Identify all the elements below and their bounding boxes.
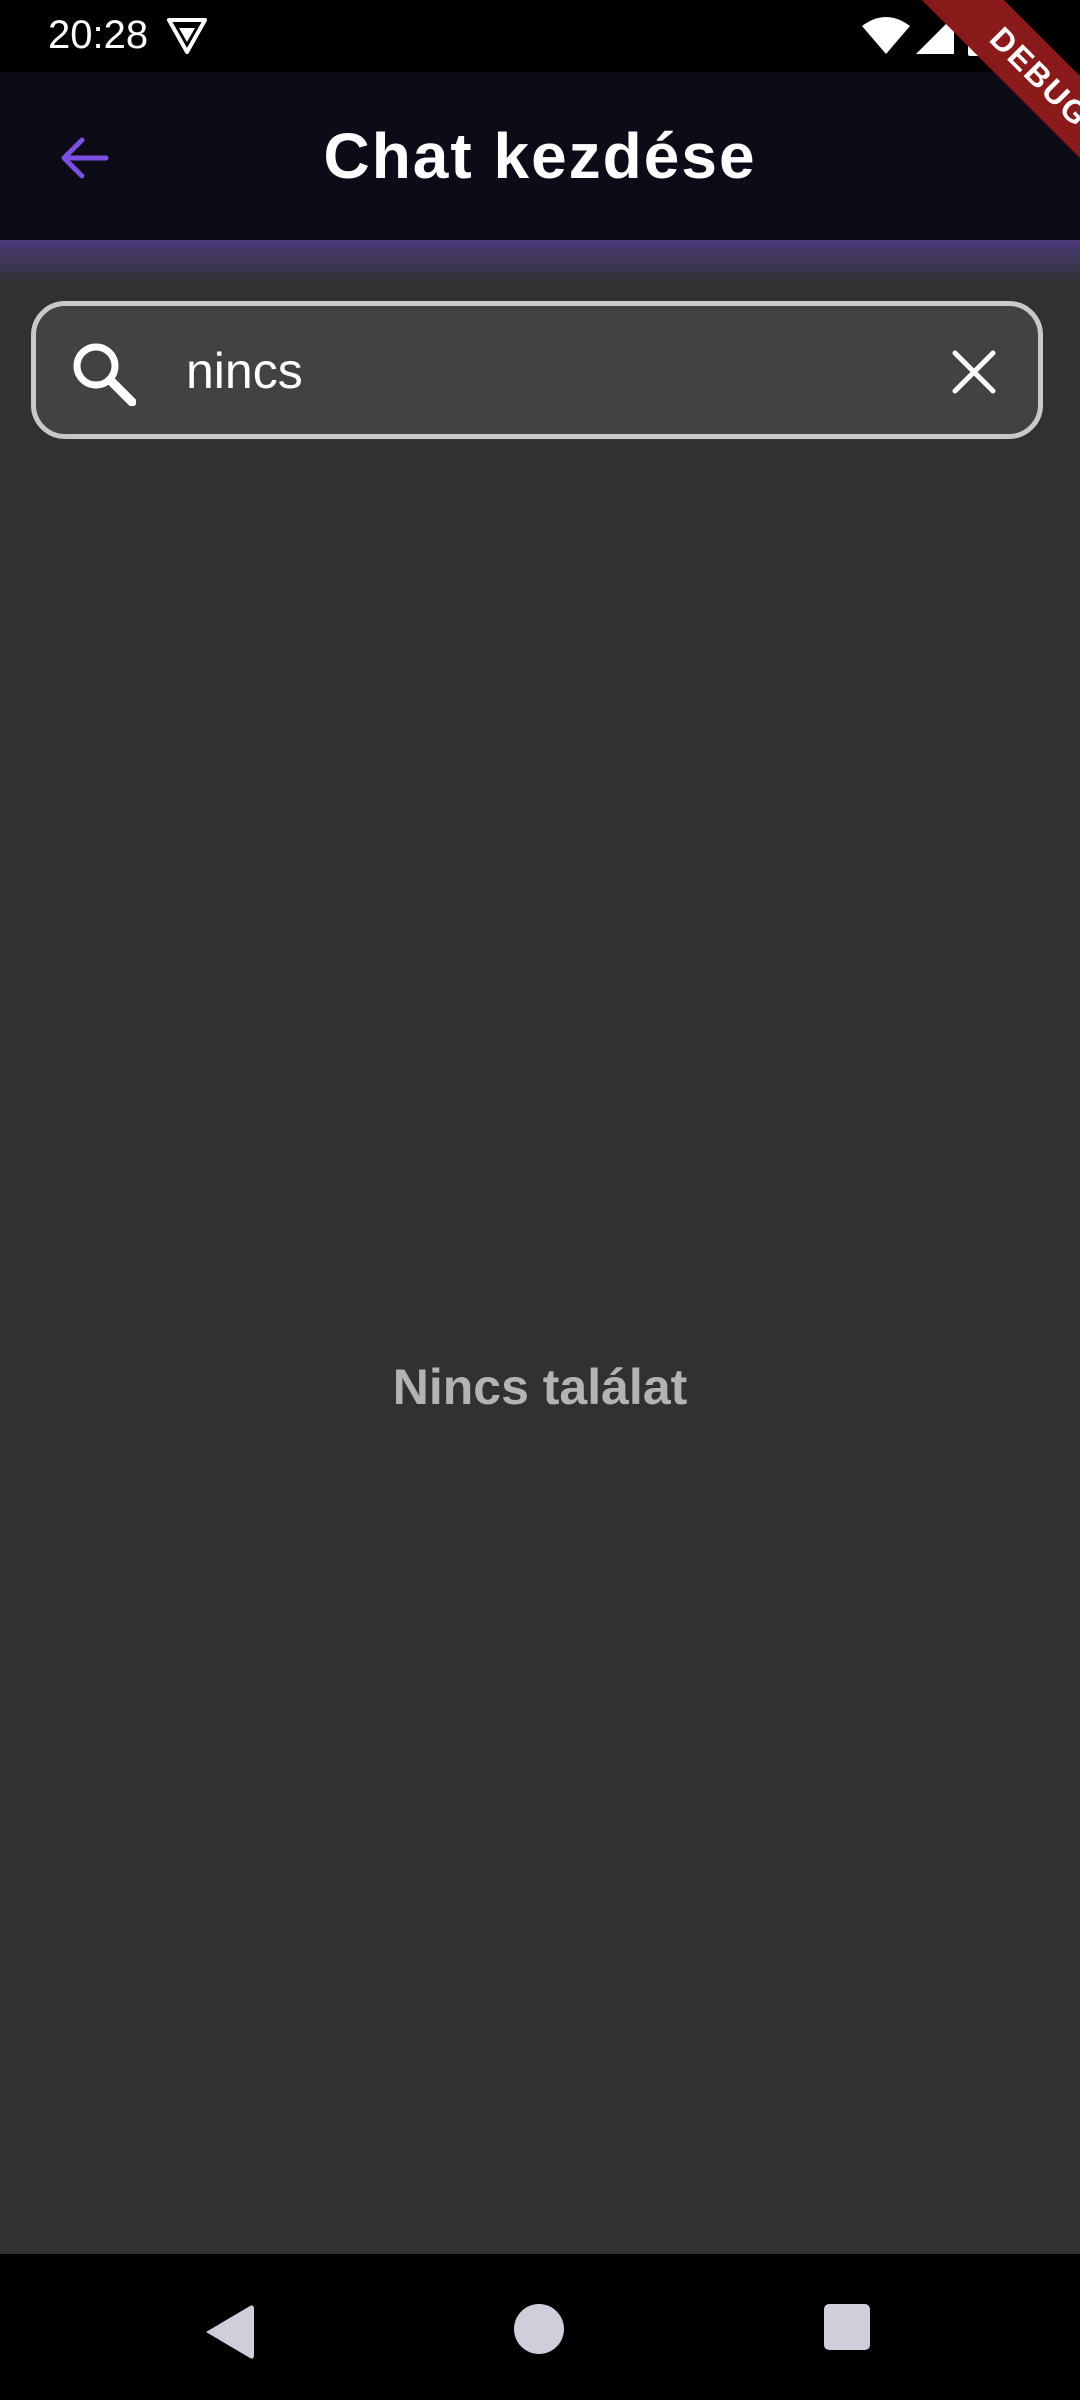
status-bar: 20:28 bbox=[0, 0, 1080, 72]
app-bar: Chat kezdése bbox=[0, 72, 1080, 240]
page-title: Chat kezdése bbox=[323, 120, 757, 192]
battery-icon bbox=[968, 12, 992, 56]
search-input[interactable] bbox=[186, 336, 926, 406]
search-icon bbox=[73, 343, 136, 406]
close-icon bbox=[952, 350, 996, 394]
status-time: 20:28 bbox=[48, 13, 149, 57]
wifi-icon bbox=[862, 17, 910, 54]
no-results-message: Nincs találat bbox=[392, 1359, 688, 1415]
search-box[interactable] bbox=[31, 301, 1043, 439]
clear-search-button[interactable] bbox=[944, 342, 1004, 402]
back-triangle-icon[interactable] bbox=[200, 2302, 258, 2362]
app-bar-shadow bbox=[0, 240, 1080, 286]
navigation-bar bbox=[0, 2254, 1080, 2400]
recents-square-icon[interactable] bbox=[822, 2302, 872, 2352]
home-circle-icon[interactable] bbox=[512, 2302, 566, 2356]
vpn-icon bbox=[167, 18, 207, 54]
signal-icon bbox=[916, 16, 954, 54]
